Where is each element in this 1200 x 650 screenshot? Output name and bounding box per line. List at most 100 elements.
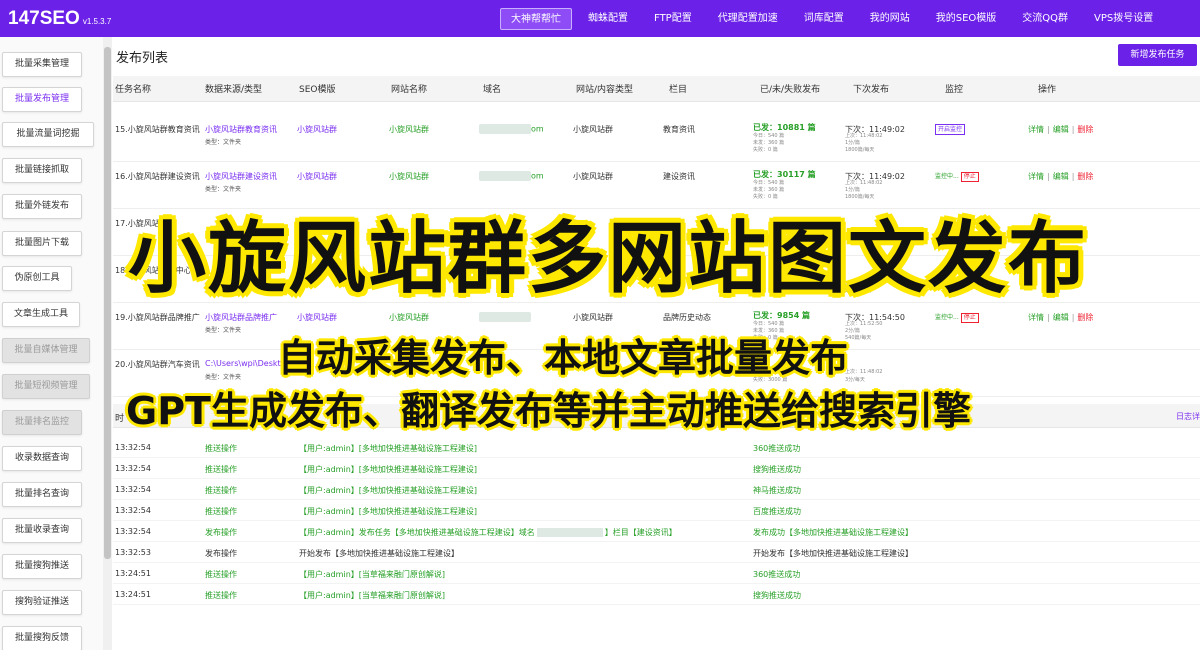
- seo-template[interactable]: 小旋风站群: [297, 312, 337, 323]
- log-action: 发布操作: [205, 528, 237, 537]
- sidebar-scrollbar[interactable]: [103, 37, 112, 650]
- log-time: 13:32:54: [115, 443, 151, 452]
- nav-item-spider[interactable]: 蜘蛛配置: [578, 8, 638, 30]
- nav-item-qq-group[interactable]: 交流QQ群: [1012, 8, 1078, 30]
- th-published: 已/未/失败发布: [760, 85, 821, 95]
- nav-item-help[interactable]: 大神帮帮忙: [500, 7, 572, 30]
- log-time: 13:32:54: [115, 485, 151, 494]
- log-time: 13:32:54: [115, 527, 151, 536]
- log-result: 搜狗推送成功: [753, 591, 801, 600]
- sidebar-item-collect[interactable]: 批量采集管理: [2, 52, 82, 77]
- sidebar-item-sogou-feedback[interactable]: 批量搜狗反馈: [2, 626, 82, 650]
- log-result: 开始发布【多地加快推进基础设施工程建设】: [753, 549, 913, 558]
- log-time: 13:32:54: [115, 506, 151, 515]
- edit-link[interactable]: 编辑: [1053, 313, 1069, 322]
- stop-monitor-button[interactable]: 停止: [960, 313, 979, 323]
- edit-link[interactable]: 编辑: [1053, 125, 1069, 134]
- log-result: 360推送成功: [753, 444, 801, 453]
- pub-today: 今日：540 篇: [753, 180, 785, 186]
- brand-logo: 147SEO v1.5.3.7: [8, 8, 111, 30]
- log-row: 13:32:53 发布操作 开始发布【多地加快推进基础设施工程建设】 开始发布【…: [113, 542, 1200, 563]
- sidebar-item-index-query[interactable]: 收录数据查询: [2, 446, 82, 471]
- detail-link[interactable]: 详情: [1028, 313, 1044, 322]
- log-action: 发布操作: [205, 549, 237, 558]
- sidebar-item-article-gen[interactable]: 文章生成工具: [2, 302, 80, 327]
- domain-redacted: [479, 124, 531, 134]
- published-count: 已发：10881 篇: [753, 123, 816, 132]
- seo-template[interactable]: 小旋风站群: [297, 171, 337, 182]
- pub-today: 今日：540 篇: [753, 133, 785, 139]
- th-monitor: 监控: [945, 85, 964, 95]
- source-type: 类型：文件夹: [205, 327, 242, 334]
- sidebar-item-sogou-verify[interactable]: 搜狗验证推送: [2, 590, 82, 615]
- sidebar-item-link-crawl[interactable]: 批量链接抓取: [2, 158, 82, 183]
- nav-item-wordlib[interactable]: 词库配置: [794, 8, 854, 30]
- detail-link[interactable]: 详情: [1028, 125, 1044, 134]
- page-title: 发布列表: [116, 51, 169, 66]
- th-ops: 操作: [1038, 85, 1057, 95]
- overlay-subline-1: 自动采集发布、本地文章批量发布: [278, 336, 849, 380]
- site-name: 小旋风站群: [389, 125, 429, 134]
- pub-failed: 失败：0 篇: [753, 147, 778, 153]
- domain-redacted: [536, 528, 603, 537]
- task-name: 19.小旋风站群品牌推广: [115, 313, 200, 322]
- sidebar-item-rewrite-tool[interactable]: 伪原创工具: [2, 266, 72, 291]
- log-action: 推送操作: [205, 444, 237, 453]
- site-name: 小旋风站群: [389, 313, 429, 322]
- source-link[interactable]: 小旋风站群品牌推广: [205, 312, 277, 323]
- domain-redacted: [479, 171, 531, 181]
- column: 教育资讯: [663, 125, 695, 134]
- delete-link[interactable]: 删除: [1077, 172, 1093, 181]
- nav-item-proxy[interactable]: 代理配置加速: [708, 8, 788, 30]
- sidebar-item-media[interactable]: 批量自媒体管理: [2, 338, 90, 363]
- sidebar-item-rank-query[interactable]: 批量排名查询: [2, 482, 82, 507]
- monitor: 监控中... 停止: [935, 312, 979, 323]
- sidebar-item-sogou-push[interactable]: 批量搜狗推送: [2, 554, 82, 579]
- source-link[interactable]: 小旋风站群建设资讯: [205, 171, 277, 182]
- stop-monitor-button[interactable]: 停止: [960, 172, 979, 182]
- top-nav-bar: 147SEO v1.5.3.7 大神帮帮忙 蜘蛛配置 FTP配置 代理配置加速 …: [0, 0, 1200, 37]
- monitor: 开启监控: [935, 124, 966, 135]
- brand-name: 147SEO: [8, 7, 80, 29]
- delete-link[interactable]: 删除: [1077, 125, 1093, 134]
- sidebar-item-backlink[interactable]: 批量外链发布: [2, 194, 82, 219]
- th-next: 下次发布: [853, 85, 890, 95]
- published-count: 已发：30117 篇: [753, 170, 816, 179]
- task-name: 16.小旋风站群建设资讯: [115, 172, 200, 181]
- start-monitor-button[interactable]: 开启监控: [935, 124, 966, 135]
- th-site-type: 网站/内容类型: [576, 85, 634, 95]
- seo-template[interactable]: 小旋风站群: [297, 124, 337, 135]
- log-action: 推送操作: [205, 486, 237, 495]
- domain-redacted: [479, 312, 531, 322]
- monitor-status: 监控中...: [935, 173, 959, 180]
- log-detail-link[interactable]: 日志详: [1176, 411, 1200, 422]
- sidebar-item-publish[interactable]: 批量发布管理: [2, 87, 82, 112]
- nav-item-ftp[interactable]: FTP配置: [644, 8, 702, 30]
- new-task-button[interactable]: 新增发布任务: [1118, 44, 1197, 66]
- log-time: 13:24:51: [115, 590, 151, 599]
- detail-link[interactable]: 详情: [1028, 172, 1044, 181]
- daily: 540篇/每天: [845, 335, 872, 341]
- monitor-status: 监控中...: [935, 314, 959, 321]
- interval: 1分/篇: [845, 140, 860, 146]
- row-actions: 详情 | 编辑 | 删除: [1028, 125, 1094, 134]
- nav-items: 大神帮帮忙 蜘蛛配置 FTP配置 代理配置加速 词库配置 我的网站 我的SEO模…: [500, 0, 1169, 37]
- sidebar-item-rank-monitor[interactable]: 批量排名监控: [2, 410, 82, 435]
- nav-item-vps[interactable]: VPS拨号设置: [1084, 8, 1163, 30]
- source-type: 类型：文件夹: [205, 186, 242, 193]
- source-link[interactable]: 小旋风站群教育资讯: [205, 124, 277, 135]
- th-site: 网站名称: [391, 85, 428, 95]
- log-row: 13:32:54 推送操作 【用户:admin】[多地加快推进基础设施工程建设]…: [113, 437, 1200, 458]
- brand-version: v1.5.3.7: [82, 16, 112, 26]
- sidebar-item-keyword-mining[interactable]: 批量流量词挖掘: [2, 122, 94, 147]
- nav-item-my-sites[interactable]: 我的网站: [860, 8, 920, 30]
- sidebar-scroll-thumb[interactable]: [104, 47, 111, 559]
- sidebar-item-image-download[interactable]: 批量图片下载: [2, 231, 82, 256]
- delete-link[interactable]: 删除: [1077, 313, 1093, 322]
- log-message: 【用户:admin】[多地加快推进基础设施工程建设]: [299, 465, 478, 474]
- edit-link[interactable]: 编辑: [1053, 172, 1069, 181]
- sidebar-item-index-batch[interactable]: 批量收录查询: [2, 518, 82, 543]
- nav-item-seo-template[interactable]: 我的SEO模版: [926, 8, 1007, 30]
- th-domain: 域名: [483, 85, 502, 95]
- sidebar-item-short-video[interactable]: 批量短视频管理: [2, 374, 90, 399]
